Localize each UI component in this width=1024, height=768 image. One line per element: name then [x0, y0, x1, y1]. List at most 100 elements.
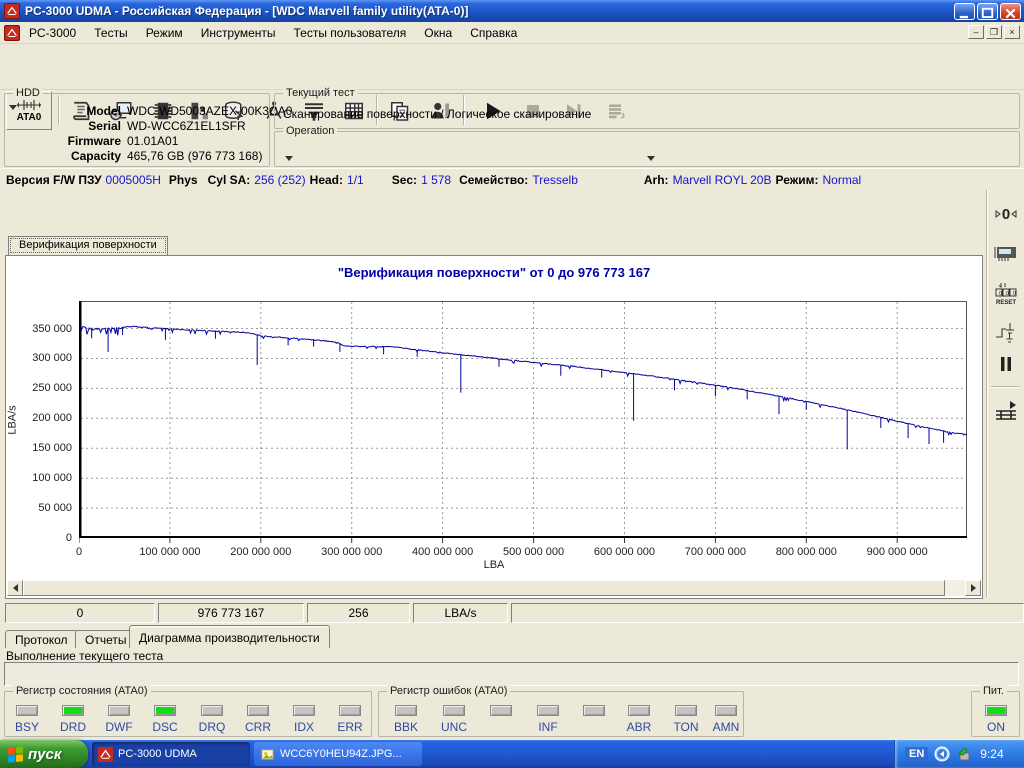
register-led-label: TON	[673, 720, 699, 734]
menu-bar: РС-3000 Тесты Режим Инструменты Тесты пользо…	[0, 22, 1024, 44]
status-segment-value: 1/1	[347, 172, 364, 187]
register-led-label: DWF	[105, 720, 133, 734]
y-tick-label: 100 000	[32, 472, 72, 485]
scroll-right-button[interactable]	[965, 580, 981, 596]
range-cell: 0	[5, 603, 155, 623]
y-tick-label: 250 000	[32, 382, 72, 395]
status-segment-value: 1 578	[421, 172, 452, 187]
task-image-icon	[260, 747, 275, 762]
bottom-tab-1[interactable]: Протокол	[5, 630, 78, 648]
mdi-minimize-button[interactable]: –	[968, 25, 984, 39]
menu-item-Тесты пользователя[interactable]: Тесты пользователя	[285, 23, 416, 43]
power-jump-icon[interactable]	[992, 318, 1020, 346]
task-button-2[interactable]: WCC6Y0HEU94Z.JPG...	[254, 742, 422, 766]
register-led-blank	[490, 705, 512, 716]
status-segment-label: Версия F/W ПЗУ	[6, 172, 102, 187]
svg-text:RESET: RESET	[996, 300, 1016, 306]
system-status-icon[interactable]	[934, 746, 950, 762]
x-tick-label: 500 000 000	[502, 546, 565, 558]
register-led-TON	[675, 705, 697, 716]
mdi-close-button[interactable]: ×	[1004, 25, 1020, 39]
windows-flag-icon	[8, 745, 23, 763]
register-led-DSC	[154, 705, 176, 716]
funnel-start-icon[interactable]	[992, 396, 1020, 424]
pause-icon[interactable]	[992, 350, 1020, 378]
range-cell	[511, 603, 1024, 623]
register-led-CRR	[247, 705, 269, 716]
minimize-button[interactable]	[954, 3, 975, 20]
operation-group-label: Operation	[283, 125, 338, 137]
task-button-label: WCC6Y0HEU94Z.JPG...	[280, 748, 402, 760]
chart-horizontal-scrollbar[interactable]	[7, 580, 981, 596]
y-tick-label: 50 000	[38, 502, 72, 515]
register-led-label: CRR	[245, 720, 271, 734]
status-segment-value: Marvell ROYL 20B	[672, 172, 772, 187]
power-label: Пит.	[980, 685, 1007, 697]
tab-surface-verification[interactable]: Верификация поверхности	[8, 236, 168, 255]
svg-text:0: 0	[1013, 291, 1016, 297]
x-tick-label: 900 000 000	[866, 546, 928, 558]
menu-item-Справка[interactable]: Справка	[461, 23, 526, 43]
performance-chart-panel: "Верификация поверхности" от 0 до 976 77…	[5, 255, 983, 599]
register-led-AMN	[715, 705, 737, 716]
task-button-label: PC-3000 UDMA	[118, 748, 197, 760]
zero-reset-icon[interactable]: 0	[992, 200, 1020, 228]
operation-dropdown-arrow[interactable]	[285, 156, 293, 161]
status-segment-label: Режим:	[775, 172, 819, 187]
range-cell: LBA/s	[413, 603, 508, 623]
status-segment-label: Cyl SA:	[207, 172, 251, 187]
register-led-INF	[537, 705, 559, 716]
bottom-tab-3[interactable]: Диаграмма производительности	[129, 625, 330, 648]
operation-dropdown-arrow-2[interactable]	[647, 156, 655, 161]
menu-item-РС-3000[interactable]: РС-3000	[20, 23, 85, 43]
scroll-left-button[interactable]	[7, 580, 23, 596]
range-cell: 256	[307, 603, 410, 623]
hdd-groupbox: HDD Model WDC WD5003AZEX-00K3CA0 Serial WD…	[4, 87, 292, 167]
menu-item-Режим[interactable]: Режим	[137, 23, 192, 43]
mdi-child-icon	[4, 24, 20, 41]
chart-range-cells: 0 976 773 167 256 LBA/s	[5, 603, 1024, 623]
status-segment-value: 256 (252)	[254, 172, 306, 187]
mdi-restore-button[interactable]: ❐	[986, 25, 1002, 39]
progress-label: Выполнение текущего теста	[6, 649, 164, 663]
status-segment-label: Head:	[309, 172, 344, 187]
y-tick-label: 300 000	[32, 352, 72, 365]
pci-card-icon[interactable]	[992, 238, 1020, 266]
title-bar: PC-3000 UDMA - Российская Федерация - [W…	[0, 0, 1024, 22]
status-register-groupbox: Регистр состояния (ATA0) BSY DRD DWF DSC DRQ…	[4, 685, 372, 737]
menu-item-Тесты[interactable]: Тесты	[85, 23, 136, 43]
status-segment-value: Normal	[822, 172, 862, 187]
menu-item-Окна[interactable]: Окна	[415, 23, 461, 43]
y-tick-label: 150 000	[32, 442, 72, 455]
removable-device-icon[interactable]	[956, 746, 972, 762]
menu-item-Инструменты[interactable]: Инструменты	[192, 23, 285, 43]
range-cell: 976 773 167	[158, 603, 304, 623]
close-button[interactable]	[1000, 3, 1021, 20]
start-button[interactable]: пуск	[0, 740, 88, 768]
register-reset-icon[interactable]: 0 0 0 RESET	[992, 280, 1020, 308]
y-tick-label: 350 000	[32, 322, 72, 335]
x-tick-label: 100 000 000	[139, 546, 201, 558]
bottom-tab-2[interactable]: Отчеты	[75, 630, 137, 648]
register-led-DRQ	[201, 705, 223, 716]
status-segment-value: Tresselb	[532, 172, 578, 187]
language-indicator[interactable]: EN	[905, 747, 929, 761]
register-led-label: BBK	[393, 720, 418, 734]
register-led-label: DSC	[152, 720, 178, 734]
maximize-button[interactable]	[977, 3, 998, 20]
register-led-BBK	[395, 705, 417, 716]
hdd-field-value: WD-WCC6Z1EL1SFR	[127, 119, 246, 133]
error-register-groupbox: Регистр ошибок (ATA0) BBK UNC INF ABR TON AMN	[378, 685, 744, 737]
power-groupbox: Пит. ON	[971, 685, 1020, 737]
task-button-1[interactable]: PC-3000 UDMA	[92, 742, 250, 766]
hdd-field-value: 01.01A01	[127, 134, 179, 148]
svg-text:0: 0	[1002, 206, 1010, 223]
main-toolbar: ATA0	[0, 44, 1024, 130]
hdd-field-value: WDC WD5003AZEX-00K3CA0	[127, 104, 293, 118]
status-segment-label: Phys	[168, 172, 198, 187]
scrollbar-thumb[interactable]	[23, 580, 945, 596]
hdd-group-label: HDD	[13, 87, 43, 99]
application-window: PC-3000 UDMA - Российская Федерация - [W…	[0, 0, 1024, 768]
current-test-groupbox: Текущий тест Сканирование поверхности / …	[274, 87, 1020, 129]
y-tick-label: 200 000	[32, 412, 72, 425]
